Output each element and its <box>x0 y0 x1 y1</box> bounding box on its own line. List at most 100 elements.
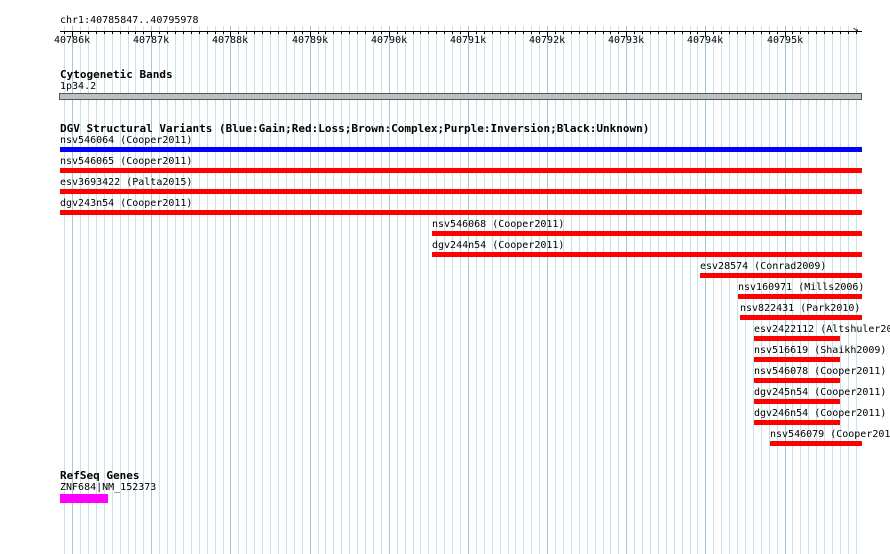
ruler-tick <box>143 31 144 34</box>
cytoband-bar[interactable] <box>59 93 862 100</box>
dgv-feature-bar[interactable] <box>60 168 862 173</box>
ruler-tick <box>278 31 279 34</box>
dgv-feature-bar[interactable] <box>754 357 840 362</box>
grid-line <box>452 26 453 554</box>
grid-line <box>436 26 437 554</box>
ruler-tick <box>816 31 817 34</box>
ruler-tick <box>428 31 429 34</box>
grid-line <box>325 26 326 554</box>
ruler-tick <box>515 31 516 34</box>
grid-line <box>310 26 311 554</box>
dgv-feature-bar[interactable] <box>738 294 862 299</box>
dgv-feature-label: dgv245n54 (Cooper2011) <box>754 387 887 398</box>
ruler-tick <box>246 31 247 34</box>
grid-line <box>294 26 295 554</box>
ruler-tick <box>357 31 358 34</box>
dgv-feature-bar[interactable] <box>700 273 862 278</box>
grid-line <box>595 26 596 554</box>
ruler-tick <box>674 31 675 34</box>
grid-line <box>223 26 224 554</box>
grid-line <box>373 26 374 554</box>
ruler-tick <box>721 31 722 34</box>
dgv-feature-bar[interactable] <box>60 189 862 194</box>
ruler-tick <box>539 31 540 34</box>
ruler-tick <box>603 31 604 34</box>
grid-line <box>666 26 667 554</box>
refseq-gene-bar[interactable] <box>60 494 108 503</box>
ruler-tick <box>254 31 255 34</box>
ruler-tick <box>642 31 643 34</box>
ruler-tick <box>824 31 825 34</box>
grid-line <box>587 26 588 554</box>
ruler-tick <box>365 31 366 34</box>
dgv-feature-bar[interactable] <box>770 441 862 446</box>
dgv-feature-label: nsv546078 (Cooper2011) <box>754 366 887 377</box>
grid-line <box>444 26 445 554</box>
ruler-tick <box>167 31 168 34</box>
ruler-tick <box>183 31 184 34</box>
dgv-feature-bar[interactable] <box>754 420 840 425</box>
dgv-feature-bar[interactable] <box>754 378 840 383</box>
grid-line <box>571 26 572 554</box>
grid-line <box>318 26 319 554</box>
ruler-tick <box>159 31 160 34</box>
grid-line <box>642 26 643 554</box>
ruler-tick <box>80 31 81 34</box>
grid-line <box>460 26 461 554</box>
ruler-tick <box>175 31 176 34</box>
ruler-tick-label: 40788k <box>212 35 249 46</box>
ruler-tick <box>508 31 509 34</box>
dgv-feature-label: nsv546064 (Cooper2011) <box>60 135 193 146</box>
ruler-tick-label: 40790k <box>371 35 408 46</box>
ruler-tick <box>484 31 485 34</box>
ruler-tick <box>238 31 239 34</box>
ruler-tick <box>737 31 738 34</box>
dgv-feature-bar[interactable] <box>432 252 862 257</box>
grid-line <box>428 26 429 554</box>
grid-line <box>547 26 548 554</box>
ruler-tick <box>492 31 493 34</box>
grid-line <box>539 26 540 554</box>
grid-line <box>697 26 698 554</box>
refseq-track-title: RefSeq Genes <box>60 469 140 482</box>
dgv-feature-bar[interactable] <box>740 315 862 320</box>
ruler-tick <box>262 31 263 34</box>
grid-line <box>365 26 366 554</box>
grid-line <box>270 26 271 554</box>
dgv-feature-label: esv3693422 (Palta2015) <box>60 177 193 188</box>
ruler-tick <box>294 31 295 34</box>
ruler-tick <box>135 31 136 34</box>
grid-line <box>333 26 334 554</box>
grid-line <box>159 26 160 554</box>
dgv-feature-bar[interactable] <box>432 231 862 236</box>
ruler-tick-label: 40793k <box>608 35 645 46</box>
grid-line <box>626 26 627 554</box>
cytoband-track-title: Cytogenetic Bands <box>60 68 173 81</box>
ruler-tick <box>286 31 287 34</box>
ruler-tick <box>856 31 857 34</box>
grid-line <box>207 26 208 554</box>
ruler-tick <box>270 31 271 34</box>
cytoband-label: 1p34.2 <box>60 81 97 92</box>
ruler-tick <box>761 31 762 34</box>
ruler-tick <box>777 31 778 34</box>
grid-line <box>405 26 406 554</box>
ruler-tick <box>808 31 809 34</box>
grid-line <box>492 26 493 554</box>
ruler-tick <box>128 31 129 34</box>
dgv-feature-bar[interactable] <box>60 210 862 215</box>
ruler-tick-label: 40794k <box>687 35 724 46</box>
dgv-feature-bar[interactable] <box>60 147 862 152</box>
grid-line <box>254 26 255 554</box>
ruler-tick <box>610 31 611 34</box>
ruler-tick <box>666 31 667 34</box>
grid-line <box>262 26 263 554</box>
dgv-feature-bar[interactable] <box>754 336 840 341</box>
dgv-feature-bar[interactable] <box>754 399 840 404</box>
grid-line <box>286 26 287 554</box>
grid-line <box>713 26 714 554</box>
dgv-feature-label: esv28574 (Conrad2009) <box>700 261 827 272</box>
ruler-tick <box>729 31 730 34</box>
ruler-tick <box>325 31 326 34</box>
grid-line <box>603 26 604 554</box>
